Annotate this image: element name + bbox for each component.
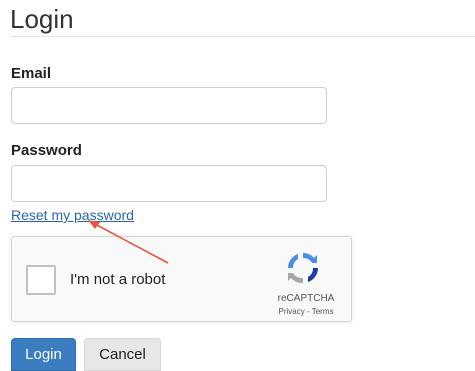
- recaptcha-label: I'm not a robot: [70, 271, 166, 288]
- password-field[interactable]: [11, 165, 327, 202]
- recaptcha-widget: I'm not a robot reCAPTCHA Privacy - Term…: [11, 236, 352, 322]
- recaptcha-privacy-terms[interactable]: Privacy - Terms: [266, 307, 346, 316]
- title-divider: [10, 36, 475, 37]
- recaptcha-brand: reCAPTCHA: [277, 293, 335, 304]
- email-label: Email: [11, 65, 52, 82]
- login-button[interactable]: Login: [11, 338, 76, 371]
- reset-password-link[interactable]: Reset my password: [11, 207, 134, 223]
- recaptcha-checkbox[interactable]: [26, 265, 56, 295]
- email-field[interactable]: [11, 87, 327, 124]
- cancel-button[interactable]: Cancel: [84, 338, 161, 371]
- page-title: Login: [10, 4, 74, 34]
- password-label: Password: [11, 142, 82, 159]
- recaptcha-logo-icon: [288, 253, 318, 284]
